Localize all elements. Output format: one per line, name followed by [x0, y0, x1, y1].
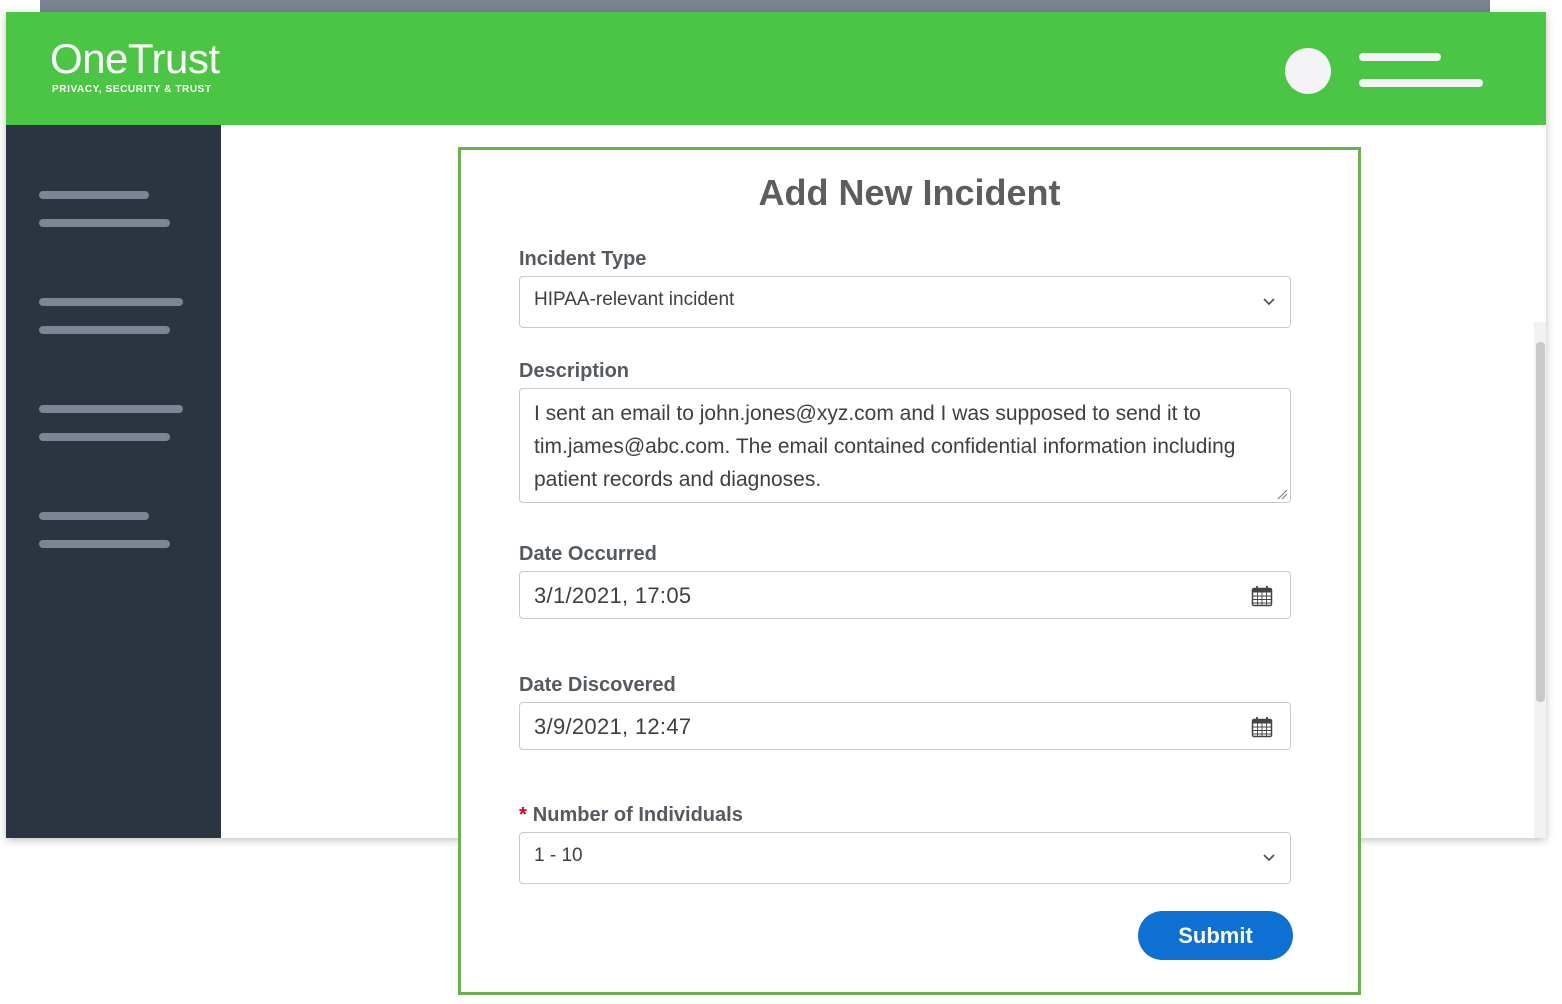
resize-handle-icon[interactable]: [1276, 488, 1288, 500]
date-occurred-value: 3/1/2021, 17:05: [534, 583, 692, 608]
chevron-down-icon: [1263, 298, 1275, 306]
description-label: Description: [519, 360, 630, 382]
calendar-icon[interactable]: [1251, 716, 1273, 738]
add-incident-modal: Add New Incident Incident Type HIPAA-rel…: [458, 147, 1361, 995]
incident-type-select[interactable]: HIPAA-relevant incident: [519, 276, 1291, 328]
sidebar: [6, 125, 221, 838]
date-discovered-value: 3/9/2021, 12:47: [534, 714, 692, 739]
modal-title: Add New Incident: [758, 172, 1061, 213]
description-text: I sent an email to john.jones@xyz.com an…: [534, 402, 1236, 491]
scrollbar-thumb[interactable]: [1536, 342, 1545, 702]
sidebar-item-1[interactable]: [39, 177, 189, 227]
number-of-individuals-select[interactable]: 1 - 10: [519, 832, 1291, 884]
date-occurred-input[interactable]: 3/1/2021, 17:05: [519, 571, 1291, 619]
incident-type-value: HIPAA-relevant incident: [534, 289, 735, 310]
brand-tagline: PRIVACY, SECURITY & TRUST: [52, 84, 212, 95]
window-top-strip: [40, 0, 1490, 12]
sidebar-item-3[interactable]: [39, 391, 189, 441]
brand-logo: OneTrust: [50, 35, 220, 82]
incident-type-label: Incident Type: [519, 248, 647, 270]
number-of-individuals-label-text: Number of Individuals: [532, 804, 743, 826]
description-textarea[interactable]: I sent an email to john.jones@xyz.com an…: [519, 388, 1291, 503]
number-of-individuals-value: 1 - 10: [534, 845, 583, 866]
hamburger-menu-icon[interactable]: [1359, 53, 1483, 87]
user-avatar-icon[interactable]: [1285, 48, 1331, 94]
calendar-icon[interactable]: [1251, 585, 1273, 607]
date-discovered-input[interactable]: 3/9/2021, 12:47: [519, 702, 1291, 750]
required-marker: *: [519, 804, 527, 826]
chevron-down-icon: [1263, 854, 1275, 862]
date-discovered-label: Date Discovered: [519, 674, 676, 696]
app-header: OneTrust PRIVACY, SECURITY & TRUST: [6, 12, 1546, 125]
number-of-individuals-label: * Number of Individuals: [519, 804, 743, 827]
date-occurred-label: Date Occurred: [519, 543, 657, 565]
submit-button[interactable]: Submit: [1138, 911, 1293, 960]
sidebar-item-2[interactable]: [39, 284, 189, 334]
sidebar-item-4[interactable]: [39, 498, 189, 548]
